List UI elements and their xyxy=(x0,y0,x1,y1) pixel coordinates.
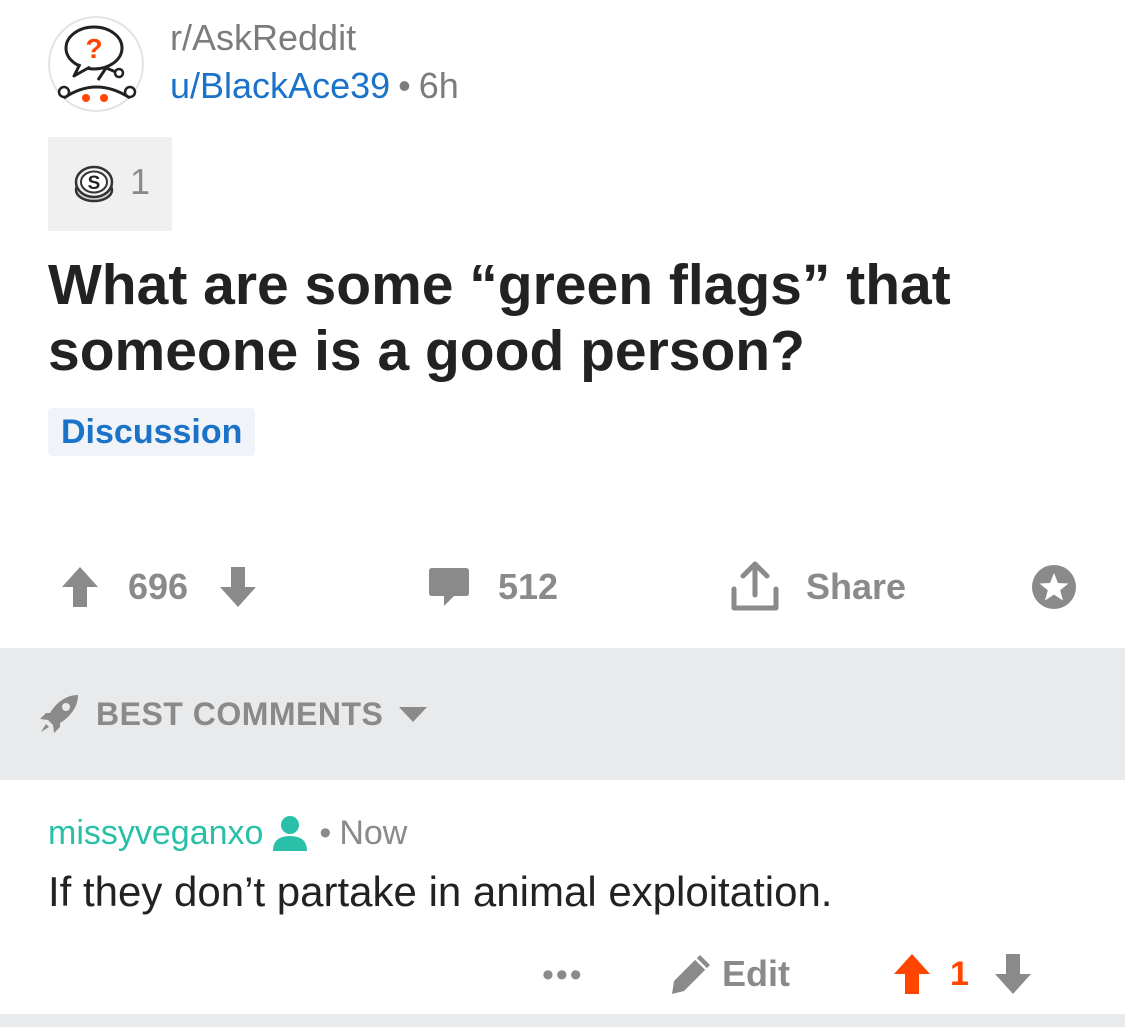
save-button[interactable] xyxy=(1030,555,1078,619)
pencil-icon xyxy=(672,955,710,994)
arrow-up-icon[interactable] xyxy=(892,952,932,996)
post-age: 6h xyxy=(418,65,459,106)
share-upload-icon xyxy=(731,561,779,611)
award-badge[interactable]: S 1 xyxy=(48,137,172,231)
comment-sort-bar: BEST COMMENTS xyxy=(0,648,1125,780)
speech-bubble-icon xyxy=(429,568,469,606)
post-action-bar: 696 512 Share xyxy=(0,555,1125,619)
vote-group: 696 xyxy=(60,555,258,619)
askreddit-snoo-icon: ? xyxy=(57,25,137,102)
post-flair[interactable]: Discussion xyxy=(48,408,256,456)
comment-separator: • xyxy=(319,813,332,852)
comment-count: 512 xyxy=(498,566,559,607)
comment: missyveganxo • Now If they don’t partake… xyxy=(48,810,1108,1010)
edit-button[interactable]: Edit xyxy=(670,942,790,1006)
award-count: 1 xyxy=(130,161,151,202)
arrow-up-icon[interactable] xyxy=(60,565,100,609)
sort-label: BEST COMMENTS xyxy=(96,695,384,732)
comment-action-bar: ••• Edit 1 xyxy=(48,942,1108,1006)
share-label: Share xyxy=(806,566,907,607)
star-icon xyxy=(1032,565,1076,609)
comment-body: If they don’t partake in animal exploita… xyxy=(48,868,833,915)
post-header: ? r/AskReddit u/BlackAce39 • 6h xyxy=(48,16,1088,116)
post-author[interactable]: u/BlackAce39 xyxy=(170,65,390,106)
arrow-down-icon[interactable] xyxy=(218,565,258,609)
comment-author[interactable]: missyveganxo xyxy=(48,814,263,853)
comment-time: Now xyxy=(339,813,408,852)
meta-separator: • xyxy=(398,65,411,106)
comments-button[interactable]: 512 xyxy=(428,555,558,619)
share-button[interactable]: Share xyxy=(730,555,906,619)
rocket-icon xyxy=(40,695,78,733)
more-options-button[interactable]: ••• xyxy=(542,956,584,995)
bottom-divider xyxy=(0,1014,1125,1027)
comment-vote-group: 1 xyxy=(892,942,1033,1006)
post-score: 696 xyxy=(128,566,189,607)
person-icon xyxy=(273,816,308,851)
subreddit-avatar[interactable]: ? xyxy=(48,16,144,112)
edit-label: Edit xyxy=(722,953,790,994)
svg-text:S: S xyxy=(88,173,101,194)
svg-text:?: ? xyxy=(85,33,102,64)
post-title[interactable]: What are some “green flags” that someone… xyxy=(48,252,1068,384)
comment-meta: missyveganxo • Now xyxy=(48,810,407,856)
sort-dropdown[interactable]: BEST COMMENTS xyxy=(38,692,429,736)
subreddit-name[interactable]: r/AskReddit xyxy=(170,16,356,60)
arrow-down-icon[interactable] xyxy=(993,952,1033,996)
caret-down-icon xyxy=(399,707,428,722)
comment-score: 1 xyxy=(950,954,969,993)
post-meta: u/BlackAce39 • 6h xyxy=(170,64,459,108)
silver-coin-icon: S xyxy=(74,165,114,203)
